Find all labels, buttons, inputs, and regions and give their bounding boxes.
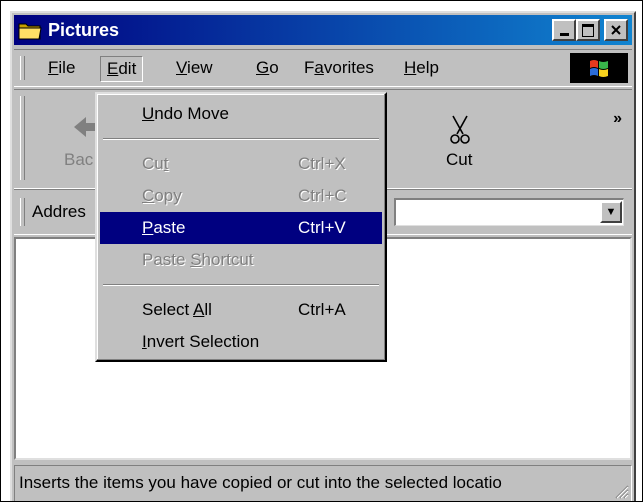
close-button[interactable] (604, 19, 628, 41)
address-label: Addres (32, 202, 86, 221)
menu-item-undo-move[interactable]: Undo Move (100, 98, 382, 130)
toolbar-more-chevron-icon[interactable]: » (613, 110, 622, 128)
menu-item-paste[interactable]: Paste Ctrl+V (100, 212, 382, 244)
back-button-label: Bac (64, 150, 94, 169)
edit-menu-dropdown: Undo Move Cut Ctrl+X Copy Ctrl+C Paste C… (95, 92, 387, 362)
maximize-button[interactable] (576, 19, 600, 41)
menu-separator (103, 284, 379, 286)
addressbar-grip[interactable] (20, 198, 25, 226)
toolbar-grip[interactable] (20, 96, 25, 180)
menu-favorites[interactable]: Favorites (298, 56, 380, 80)
menu-bar: File Edit View Go Favorites Help (14, 49, 632, 87)
close-icon (611, 25, 621, 35)
cut-button-label: Cut (446, 150, 473, 169)
windows-flag-icon (590, 60, 608, 77)
dropdown-arrow-icon: ▼ (605, 206, 617, 218)
menu-item-copy[interactable]: Copy Ctrl+C (100, 180, 382, 212)
status-bar: Inserts the items you have copied or cut… (14, 465, 632, 501)
address-input[interactable]: ▼ (394, 198, 624, 226)
window-title: Pictures (48, 20, 120, 40)
menu-item-select-all[interactable]: Select All Ctrl+A (100, 294, 382, 326)
menu-view[interactable]: View (170, 56, 219, 80)
status-text: Inserts the items you have copied or cut… (19, 473, 502, 492)
folder-icon (18, 23, 42, 40)
windows-logo (570, 53, 628, 83)
resize-grip-icon[interactable] (613, 483, 629, 499)
maximize-icon (582, 23, 594, 37)
menu-go[interactable]: Go (250, 56, 285, 80)
title-bar[interactable]: Pictures (14, 15, 632, 45)
menubar-grip[interactable] (20, 56, 25, 80)
menu-file[interactable]: File (42, 56, 81, 80)
minimize-icon (559, 32, 569, 36)
minimize-button[interactable] (552, 19, 576, 41)
menu-edit[interactable]: Edit (100, 56, 144, 82)
cut-button[interactable]: Cut (434, 100, 486, 180)
menu-item-cut[interactable]: Cut Ctrl+X (100, 148, 382, 180)
menu-separator (103, 138, 379, 140)
scissors-icon (450, 115, 470, 144)
menu-item-invert-selection[interactable]: Invert Selection (100, 326, 382, 358)
menu-item-paste-shortcut[interactable]: Paste Shortcut (100, 244, 382, 276)
address-dropdown-button[interactable]: ▼ (600, 201, 622, 223)
menu-help[interactable]: Help (398, 56, 445, 80)
